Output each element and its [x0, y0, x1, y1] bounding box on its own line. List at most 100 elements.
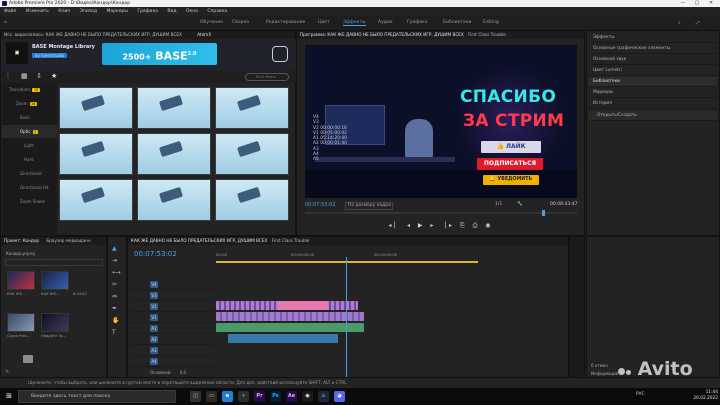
hand-tool-icon[interactable]: ✋	[112, 317, 119, 324]
sidebar-item-transitions[interactable]: Transitions 72	[2, 83, 57, 96]
timeline-ruler[interactable]: 00:00 00:05:00:00 00:10:00:00	[216, 252, 566, 260]
transition-thumbnail[interactable]	[215, 87, 289, 129]
razor-tool-icon[interactable]: ✂	[112, 281, 117, 288]
taskbar-search-input[interactable]: Введите здесь текст для поиска	[18, 390, 176, 403]
track-header-v2[interactable]: V2	[130, 301, 214, 312]
menu-graphics[interactable]: Графика	[137, 9, 158, 14]
history-entry[interactable]: Открыть/Создать	[589, 111, 717, 121]
sidebar-item-directional-hit[interactable]: Directional Hit	[2, 181, 57, 194]
program-tab-extra[interactable]: First Class Trouble	[468, 32, 506, 37]
resolution-dropdown[interactable]: 1/1	[495, 201, 502, 209]
telegram-icon[interactable]: ✈	[238, 391, 249, 402]
close-button[interactable]: ✕	[704, 0, 718, 7]
audio-clip-a2[interactable]	[228, 334, 338, 343]
type-tool-icon[interactable]: T	[112, 329, 116, 336]
track-header-v4[interactable]: V4	[130, 279, 214, 290]
sidebar-item-basic[interactable]: Basic	[2, 111, 57, 124]
photoshop-icon[interactable]: Ps	[270, 391, 281, 402]
program-timecode[interactable]: 00:07:53:02	[305, 201, 336, 209]
shopping-bag-icon[interactable]	[272, 46, 288, 62]
workspace-assembly[interactable]: Сборка	[232, 20, 249, 25]
transport-controls[interactable]: ◂▏ ◂ ▶ ▸ ▕▸ ⎘ ⎙ ◉	[305, 219, 577, 233]
sidebar-item-optic[interactable]: Optic 2	[2, 125, 57, 138]
fullscreen-icon[interactable]: ⤢	[696, 20, 700, 26]
workspace-audio[interactable]: Аудио	[378, 20, 393, 25]
program-playhead[interactable]	[542, 210, 545, 216]
menu-edit[interactable]: Изменить	[26, 9, 49, 14]
sidebar-item-light[interactable]: Light	[2, 139, 57, 152]
panel-history[interactable]: История	[589, 99, 717, 109]
program-tab[interactable]: Программа: КАК ЖЕ ДАВНО НЕ БЫЛО ПРЕДАТЕЛ…	[300, 32, 464, 37]
panel-lumetri-color[interactable]: Цвет Lumetri	[589, 66, 717, 76]
track-header-a3[interactable]: A3	[130, 345, 214, 356]
track-header-a1[interactable]: A1	[130, 323, 214, 334]
menu-window[interactable]: Окно	[186, 9, 198, 14]
transition-thumbnail[interactable]	[137, 179, 211, 221]
program-scrubber[interactable]	[305, 212, 577, 214]
transition-thumbnail[interactable]	[59, 133, 133, 175]
source-tab[interactable]: Исх. видеозапись: КАК ЖЕ ДАВНО НЕ БЫЛО П…	[4, 32, 182, 37]
workspace-libraries[interactable]: Библиотеки	[443, 20, 471, 25]
menu-view[interactable]: Вид	[167, 9, 176, 14]
project-clip-thumbnail[interactable]	[41, 271, 69, 290]
transition-thumbnail[interactable]	[215, 133, 289, 175]
project-clip-thumbnail[interactable]	[41, 313, 69, 332]
track-header-a4[interactable]: A4	[130, 356, 214, 367]
pencil-icon[interactable]: ✎	[5, 369, 9, 375]
panel-markers[interactable]: Маркеры	[589, 88, 717, 98]
panel-libraries[interactable]: Библиотеки	[589, 77, 717, 87]
media-browser-tab[interactable]: Браузер медиаданн	[46, 238, 90, 243]
workspace-color[interactable]: Цвет	[318, 20, 330, 25]
project-tab[interactable]: Проект: Кондор	[4, 238, 39, 243]
project-clip-thumbnail[interactable]	[7, 313, 35, 332]
maximize-button[interactable]: ▢	[690, 0, 704, 7]
slip-tool-icon[interactable]: ⇔	[112, 293, 117, 300]
info-tab[interactable]: Информация	[591, 371, 618, 376]
video-clip-v1[interactable]	[216, 312, 364, 321]
language-indicator[interactable]: РУС	[636, 392, 645, 397]
transition-thumbnail[interactable]	[59, 87, 133, 129]
workspace-learning[interactable]: Обучение	[200, 20, 223, 25]
home-icon[interactable]: ⌂	[4, 20, 7, 25]
grid-icon[interactable]: ▦	[21, 72, 28, 80]
project-clip-thumbnail[interactable]	[7, 271, 35, 290]
track-header-v1[interactable]: V1	[130, 312, 214, 323]
menu-sequence[interactable]: Эпизод	[80, 9, 97, 14]
search-icon[interactable]: ⌕	[678, 20, 681, 26]
transition-thumbnail[interactable]	[137, 133, 211, 175]
track-header-v3[interactable]: V3	[130, 290, 214, 301]
workspace-editing-custom[interactable]: Editing	[483, 20, 499, 25]
timeline-tab-extra[interactable]: First Class Trouble	[272, 238, 310, 243]
sidebar-item-zoom-shake[interactable]: Zoom Shake	[2, 195, 57, 208]
panel-effects[interactable]: Эффекты	[589, 33, 717, 43]
panel-essential-sound[interactable]: Основной звук	[589, 55, 717, 65]
track-header-a2[interactable]: A2	[130, 334, 214, 345]
workspace-editing[interactable]: Редактирование	[266, 20, 305, 25]
timeline-tab[interactable]: КАК ЖЕ ДАВНО НЕ БЫЛО ПРЕДАТЕЛЬСКИХ ИГР, …	[131, 238, 267, 243]
workspace-effects[interactable]: Эффекты	[343, 20, 366, 26]
track-select-tool-icon[interactable]: ⇥	[112, 257, 117, 264]
vendor-badge[interactable]: by lonesstudio	[32, 53, 68, 58]
menu-markers[interactable]: Маркеры	[106, 9, 127, 14]
obs-icon[interactable]: ◉	[302, 391, 313, 402]
transition-thumbnail[interactable]	[137, 87, 211, 129]
task-view-icon[interactable]: ◫	[190, 391, 201, 402]
favorites-star-icon[interactable]: ★	[51, 72, 57, 80]
panel-essential-graphics[interactable]: Основные графические элементы	[589, 44, 717, 54]
discord-icon[interactable]: ◕	[334, 391, 345, 402]
premiere-pro-icon[interactable]: Pr	[254, 391, 265, 402]
pen-tool-icon[interactable]: ✒	[112, 305, 117, 312]
menu-file[interactable]: Файл	[4, 9, 16, 14]
audio-clip-a1[interactable]	[216, 323, 364, 332]
transition-thumbnail[interactable]	[215, 179, 289, 221]
graphics-clip[interactable]	[278, 301, 328, 310]
bin-folder-icon[interactable]	[23, 355, 33, 363]
menu-clip[interactable]: Клип	[58, 9, 70, 14]
track-header-master[interactable]: Основной 0,0	[130, 367, 214, 378]
selection-tool-icon[interactable]: ▲	[112, 245, 117, 252]
steam-icon[interactable]: ♨	[318, 391, 329, 402]
menu-help[interactable]: Справка	[207, 9, 227, 14]
work-area-bar[interactable]	[216, 261, 478, 263]
timeline-timecode[interactable]: 00:07:53:02	[134, 250, 177, 258]
sliders-icon[interactable]: ⫶	[7, 72, 9, 81]
